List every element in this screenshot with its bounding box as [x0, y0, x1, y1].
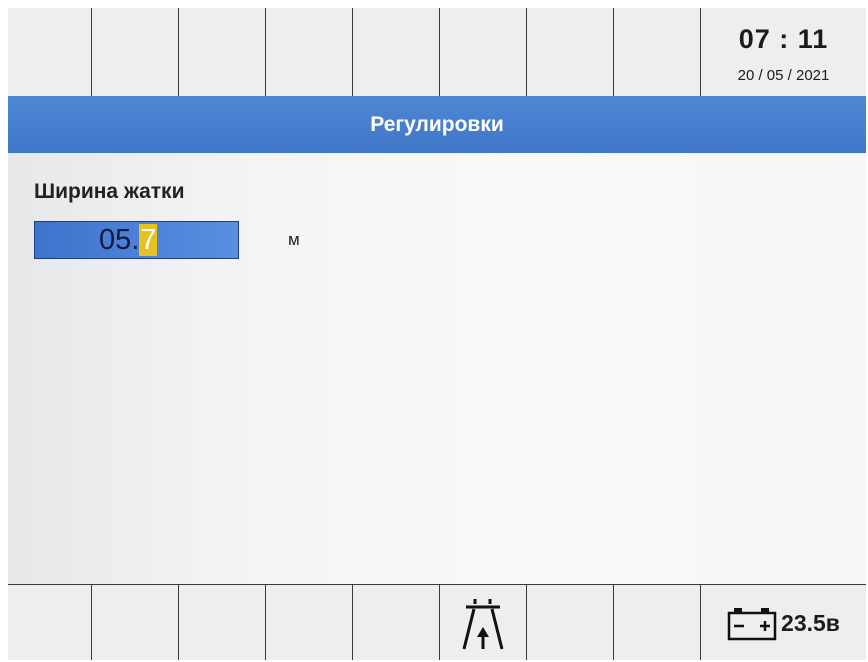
battery-status: 23.5в	[701, 585, 866, 660]
bottom-softkey-1[interactable]	[8, 585, 92, 660]
page-title-bar: Регулировки	[8, 96, 866, 153]
bottom-softkey-4[interactable]	[266, 585, 353, 660]
top-softkey-4[interactable]	[266, 8, 353, 96]
top-softkey-6[interactable]	[440, 8, 527, 96]
page-title: Регулировки	[370, 112, 504, 136]
road-mode-softkey[interactable]	[440, 585, 527, 660]
road-transport-icon	[462, 599, 504, 650]
header-width-input[interactable]: 05. 7	[34, 221, 239, 259]
terminal-screen: 07 : 11 20 / 05 / 2021 Регулировки Ширин…	[8, 8, 866, 660]
parameter-label: Ширина жатки	[34, 180, 185, 203]
bottom-softkey-2[interactable]	[92, 585, 179, 660]
clock-date: 20 / 05 / 2021	[737, 67, 830, 84]
clock-time: 07 : 11	[738, 24, 829, 54]
value-digits: 05.	[99, 223, 140, 256]
bottom-softkey-7[interactable]	[527, 585, 614, 660]
top-softkey-8[interactable]	[614, 8, 701, 96]
bottom-softkey-5[interactable]	[353, 585, 440, 660]
bottom-softkey-8[interactable]	[614, 585, 701, 660]
bottom-softkey-3[interactable]	[179, 585, 266, 660]
parameter-value: 05. 7	[99, 223, 158, 256]
clock-panel: 07 : 11 20 / 05 / 2021	[701, 8, 866, 96]
top-softkey-3[interactable]	[179, 8, 266, 96]
battery-icon	[727, 608, 777, 641]
edit-cursor-digit[interactable]: 7	[139, 224, 158, 256]
bottom-softkey-bar: 23.5в	[8, 584, 866, 660]
parameter-unit: м	[288, 230, 300, 249]
top-softkey-1[interactable]	[8, 8, 92, 96]
top-softkey-bar: 07 : 11 20 / 05 / 2021	[8, 8, 866, 96]
battery-voltage: 23.5в	[781, 609, 840, 636]
top-softkey-2[interactable]	[92, 8, 179, 96]
top-softkey-7[interactable]	[527, 8, 614, 96]
top-softkey-5[interactable]	[353, 8, 440, 96]
